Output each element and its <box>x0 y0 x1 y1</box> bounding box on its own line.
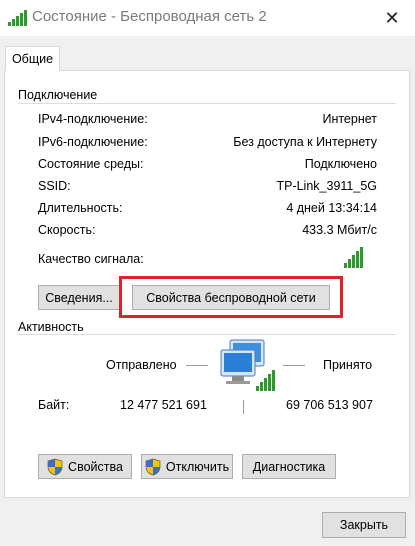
media-state-label: Состояние среды: <box>38 157 144 171</box>
signal-strength-icon <box>344 247 363 268</box>
window-title: Состояние - Беспроводная сеть 2 <box>32 8 267 25</box>
activity-divider <box>18 334 396 335</box>
disconnect-label: Отключить <box>165 459 230 474</box>
tab-general[interactable]: Общие <box>5 46 60 71</box>
ipv6-value: Без доступа к Интернету <box>233 135 377 149</box>
close-icon[interactable]: ✕ <box>369 0 415 36</box>
properties-button[interactable]: Свойства <box>38 454 132 479</box>
network-computers-icon <box>220 339 275 391</box>
duration-label: Длительность: <box>38 201 123 215</box>
connection-divider <box>18 103 396 104</box>
properties-label: Свойства <box>68 459 123 474</box>
close-button[interactable]: Закрыть <box>322 512 406 538</box>
wifi-signal-icon <box>8 10 28 26</box>
uac-shield-icon <box>145 458 161 475</box>
connection-heading: Подключение <box>18 88 104 102</box>
bytes-received-value: 69 706 513 907 <box>286 398 373 412</box>
media-state-value: Подключено <box>304 157 377 171</box>
activity-heading: Активность <box>18 320 90 334</box>
ipv6-label: IPv6-подключение: <box>38 135 148 149</box>
title-bar: Состояние - Беспроводная сеть 2 ✕ <box>0 0 415 36</box>
ssid-value: TP-Link_3911_5G <box>276 179 377 193</box>
ssid-label: SSID: <box>38 179 71 193</box>
uac-shield-icon <box>47 458 63 475</box>
speed-label: Скорость: <box>38 223 96 237</box>
duration-value: 4 дней 13:34:14 <box>286 201 377 215</box>
signal-quality-label: Качество сигнала: <box>38 252 144 266</box>
ipv4-value: Интернет <box>322 112 377 126</box>
received-line <box>283 365 305 366</box>
received-label: Принято <box>323 358 373 372</box>
bytes-separator <box>243 400 244 414</box>
disconnect-button[interactable]: Отключить <box>141 454 233 479</box>
sent-line <box>186 365 208 366</box>
details-button[interactable]: Сведения... <box>38 285 120 310</box>
highlight-box <box>119 276 343 318</box>
bytes-label: Байт: <box>38 398 70 412</box>
sent-label: Отправлено <box>106 358 177 372</box>
ipv4-label: IPv4-подключение: <box>38 112 148 126</box>
speed-value: 433.3 Мбит/с <box>302 223 377 237</box>
diagnostics-button[interactable]: Диагностика <box>242 454 336 479</box>
bytes-sent-value: 12 477 521 691 <box>120 398 207 412</box>
